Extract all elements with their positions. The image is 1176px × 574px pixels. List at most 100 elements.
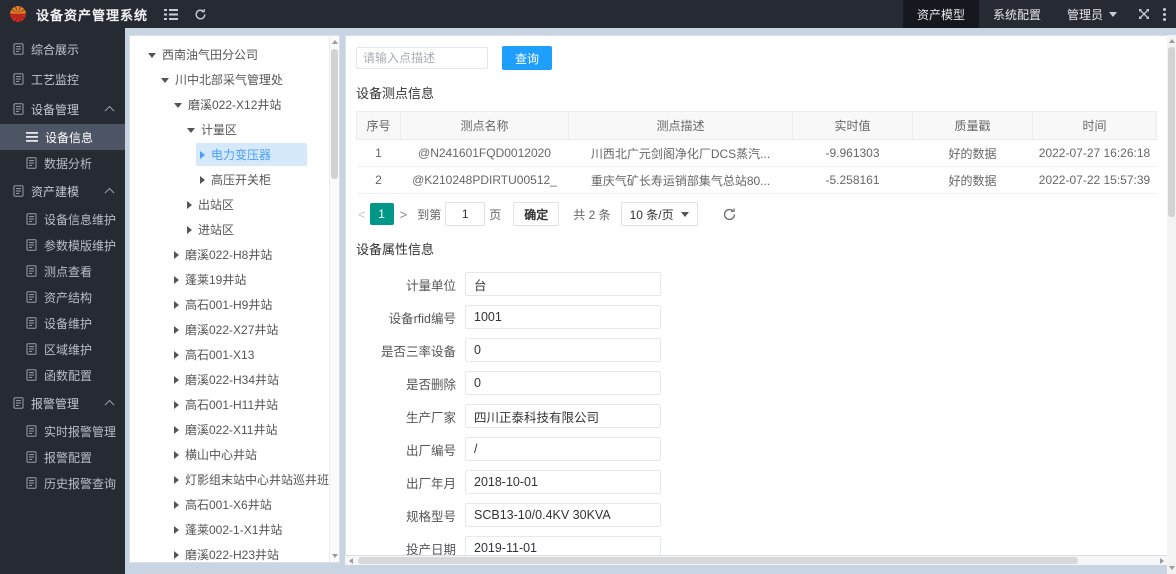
tree-node[interactable]: 磨溪022-X11井站 (130, 417, 339, 442)
form-input-metering-unit[interactable] (465, 272, 661, 296)
scroll-up-icon[interactable] (330, 37, 339, 47)
nav-asset-model[interactable]: 资产模型 (902, 0, 979, 28)
tree-node-inner[interactable]: 磨溪022-H8井站 (170, 243, 278, 266)
sidebar-item-param-template-maint[interactable]: 参数模版维护 (0, 232, 125, 258)
tree-node-inner[interactable]: 进站区 (183, 218, 240, 241)
form-input-factory-no[interactable] (465, 437, 661, 461)
tree-collapse-icon[interactable] (174, 350, 179, 359)
tree-node-inner[interactable]: 磨溪022-X11井站 (170, 418, 283, 441)
sidebar-item-alarm-mgmt[interactable]: 报警管理 (0, 388, 125, 418)
tree-node[interactable]: 横山中心井站 (130, 442, 339, 467)
tree-node[interactable]: 蓬莱002-1-X1井站 (130, 517, 339, 542)
tree-expand-icon[interactable] (187, 128, 195, 133)
form-input-three-rate-flag[interactable] (465, 338, 661, 362)
tree-node-inner[interactable]: 电力变压器 (196, 143, 308, 166)
tree-node-inner[interactable]: 出站区 (183, 193, 240, 216)
collapse-menu-icon[interactable] (164, 8, 179, 20)
form-input-manufacturer[interactable] (465, 404, 661, 428)
page-prev-button[interactable]: < (358, 207, 366, 222)
tree-node-inner[interactable]: 磨溪022-X12井站 (170, 93, 287, 116)
tree-collapse-icon[interactable] (187, 200, 192, 209)
tree-collapse-icon[interactable] (200, 150, 205, 159)
tree-node-inner[interactable]: 灯影组末站中心井站巡井班 (170, 468, 335, 491)
tree-collapse-icon[interactable] (174, 400, 179, 409)
tree-expand-icon[interactable] (174, 103, 182, 108)
tree-expand-icon[interactable] (148, 53, 156, 58)
tree-node[interactable]: 西南油气田分公司 (130, 42, 339, 67)
sidebar-item-overview[interactable]: 综合展示 (0, 34, 125, 64)
form-input-commission-date[interactable] (465, 536, 661, 555)
fullscreen-icon[interactable] (1129, 0, 1159, 28)
tree-node-inner[interactable]: 高压开关柜 (196, 168, 277, 191)
tree-node[interactable]: 灯影组末站中心井站巡井班 (130, 467, 339, 492)
form-input-is-deleted[interactable] (465, 371, 661, 395)
sidebar-item-device-info[interactable]: 设备信息 (0, 124, 125, 150)
tree-node-inner[interactable]: 蓬莱002-1-X1井站 (170, 518, 288, 541)
tree-collapse-icon[interactable] (174, 500, 179, 509)
user-menu[interactable]: 管理员 (1055, 0, 1129, 28)
tree-node-inner[interactable]: 高石001-H11井站 (170, 393, 284, 416)
page-next-button[interactable]: > (400, 207, 408, 222)
scroll-up-icon[interactable] (1167, 36, 1176, 46)
nav-system-config[interactable]: 系统配置 (979, 0, 1055, 28)
sidebar-item-alarm-config[interactable]: 报警配置 (0, 444, 125, 470)
scroll-down-icon[interactable] (1167, 563, 1176, 573)
form-input-rfid-no[interactable] (465, 305, 661, 329)
form-input-spec-model[interactable] (465, 503, 661, 527)
refresh-icon[interactable] (194, 8, 207, 21)
tree-collapse-icon[interactable] (174, 300, 179, 309)
tree-collapse-icon[interactable] (200, 175, 205, 184)
tree-node-inner[interactable]: 计量区 (183, 118, 243, 141)
tree-collapse-icon[interactable] (174, 275, 179, 284)
scroll-down-icon[interactable] (330, 551, 339, 561)
tree-node-inner[interactable]: 高石001-X13 (170, 343, 260, 366)
tree-collapse-icon[interactable] (174, 450, 179, 459)
tree-scrollbar[interactable] (329, 36, 339, 562)
tree-collapse-icon[interactable] (174, 250, 179, 259)
tree-node[interactable]: 电力变压器 (130, 142, 339, 167)
page-scrollbar[interactable] (1167, 35, 1176, 574)
tree-node-inner[interactable]: 高石001-H9井站 (170, 293, 278, 316)
tree-node-inner[interactable]: 横山中心井站 (170, 443, 263, 466)
page-current-button[interactable]: 1 (369, 203, 394, 225)
sidebar-item-realtime-alarm[interactable]: 实时报警管理 (0, 418, 125, 444)
sidebar-item-device-maint[interactable]: 设备维护 (0, 310, 125, 336)
scroll-left-icon[interactable] (346, 556, 356, 565)
sidebar-item-area-maint[interactable]: 区域维护 (0, 336, 125, 362)
tree-node[interactable]: 出站区 (130, 192, 339, 217)
sidebar-item-device-info-maint[interactable]: 设备信息维护 (0, 206, 125, 232)
scroll-right-icon[interactable] (1157, 556, 1167, 565)
tree-collapse-icon[interactable] (174, 425, 179, 434)
form-input-factory-date[interactable] (465, 470, 661, 494)
tree-collapse-icon[interactable] (174, 550, 179, 559)
goto-confirm-button[interactable]: 确定 (513, 202, 560, 226)
sidebar-item-asset-modeling[interactable]: 资产建模 (0, 176, 125, 206)
tree-node[interactable]: 磨溪022-H34井站 (130, 367, 339, 392)
sidebar-item-history-alarm-query[interactable]: 历史报警查询 (0, 470, 125, 496)
tree-collapse-icon[interactable] (174, 525, 179, 534)
tree-node-inner[interactable]: 磨溪022-X27井站 (170, 318, 284, 341)
sidebar-item-data-analysis[interactable]: 数据分析 (0, 150, 125, 176)
query-button[interactable]: 查询 (502, 46, 552, 70)
tree-node-inner[interactable]: 高石001-X6井站 (170, 493, 278, 516)
table-row[interactable]: 1 @N241601FQD0012020 川西北广元剑阁净化厂DCS蒸汽... -9.… (356, 139, 1157, 167)
goto-page-input[interactable] (445, 202, 486, 226)
tree-node[interactable]: 高石001-X13 (130, 342, 339, 367)
tree-scrollbar-thumb[interactable] (331, 49, 338, 179)
tree-collapse-icon[interactable] (174, 375, 179, 384)
tree-node[interactable]: 磨溪022-H23井站 (130, 542, 339, 562)
page-scrollbar-thumb[interactable] (1168, 47, 1175, 217)
sidebar-item-function-config[interactable]: 函数配置 (0, 362, 125, 388)
tree-node[interactable]: 高压开关柜 (130, 167, 339, 192)
horizontal-scrollbar-thumb[interactable] (358, 557, 1078, 564)
tree-node[interactable]: 川中北部采气管理处 (130, 67, 339, 92)
tree-node[interactable]: 计量区 (130, 117, 339, 142)
table-refresh-icon[interactable] (722, 207, 737, 222)
page-size-select[interactable]: 10 条/页 (620, 202, 698, 226)
tree-node-inner[interactable]: 西南油气田分公司 (144, 43, 264, 66)
tree-node[interactable]: 进站区 (130, 217, 339, 242)
table-row[interactable]: 2 @K210248PDIRTU00512_ 重庆气矿长寿运销部集气总站80... -… (356, 166, 1157, 194)
tree-node[interactable]: 磨溪022-X12井站 (130, 92, 339, 117)
sidebar-item-process-monitor[interactable]: 工艺监控 (0, 64, 125, 94)
tree-node-inner[interactable]: 蓬莱19井站 (170, 268, 252, 291)
